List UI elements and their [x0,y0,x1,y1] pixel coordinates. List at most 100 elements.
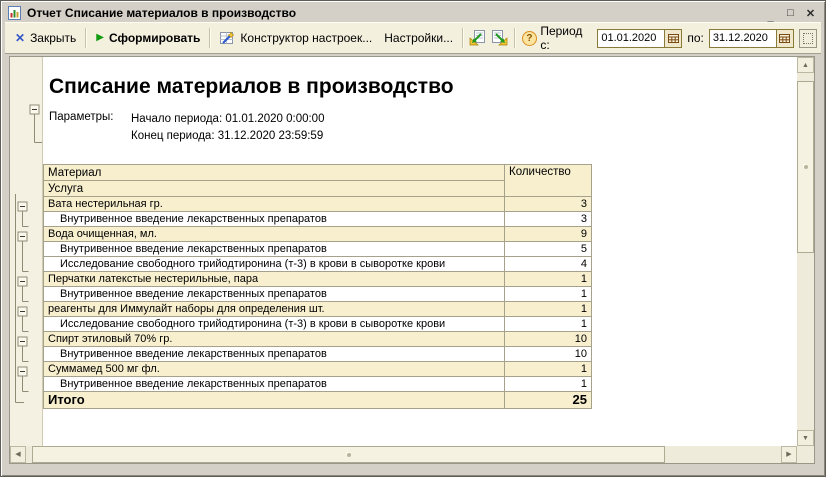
table-row: Вата нестерильная гр.3 [44,197,592,212]
generate-button-label: Сформировать [109,31,200,45]
scroll-left-button[interactable]: ◀ [10,446,26,463]
period-to-input[interactable] [710,30,776,47]
quantity-cell[interactable]: 1 [505,272,592,287]
material-cell[interactable]: Вата нестерильная гр. [44,197,505,212]
total-row[interactable]: Итого 25 [44,392,592,409]
quantity-cell[interactable]: 1 [505,317,592,332]
quantity-cell[interactable]: 4 [505,257,592,272]
report-body: Списание материалов в производство Парам… [43,57,797,446]
save-settings-icon [491,30,508,46]
horizontal-scrollbar[interactable]: ◀ ▶ [10,446,797,463]
quantity-cell[interactable]: 1 [505,302,592,317]
toolbar: ✕ Закрыть ▶ Сформировать Конструктор нас… [5,22,821,54]
collapse-button[interactable] [18,232,27,241]
save-settings-button[interactable] [489,27,511,49]
period-from-label: Период с: [540,24,592,52]
col-header-material[interactable]: Материал [44,165,505,181]
calendar-button-to[interactable] [776,30,793,47]
material-cell[interactable]: реагенты для Иммулайт наборы для определ… [44,302,505,317]
quantity-cell[interactable]: 1 [505,362,592,377]
material-cell[interactable]: Перчатки латекстые нестерильные, пара [44,272,505,287]
collapse-button[interactable] [18,367,27,376]
scroll-up-icon: ▲ [802,62,809,69]
params-label: Параметры: [49,111,131,145]
title-bar: Отчет Списание материалов в производство… [5,4,821,22]
service-cell[interactable]: Внутривенное введение лекарственных преп… [44,377,505,392]
report-table-body: Вата нестерильная гр.3Внутривенное введе… [44,197,592,392]
period-from-field [597,29,682,48]
material-cell[interactable]: Суммамед 500 мг фл. [44,362,505,377]
table-row: Исследование свободного трийодтиронина (… [44,257,592,272]
close-window-button[interactable]: ✕ [802,6,819,21]
report-area: Списание материалов в производство Парам… [9,56,815,464]
table-row: Перчатки латекстые нестерильные, пара1 [44,272,592,287]
settings-constructor-icon [220,31,235,45]
collapse-button[interactable] [18,277,27,286]
quantity-cell[interactable]: 1 [505,377,592,392]
col-header-quantity[interactable]: Количество [505,165,592,197]
vertical-scroll-thumb[interactable] [797,81,814,253]
table-row: Исследование свободного трийодтиронина (… [44,317,592,332]
scroll-right-button[interactable]: ▶ [781,446,797,463]
service-cell[interactable]: Внутривенное введение лекарственных преп… [44,212,505,227]
col-header-service[interactable]: Услуга [44,181,505,197]
table-row: Внутривенное введение лекарственных преп… [44,377,592,392]
table-row: Внутривенное введение лекарственных преп… [44,212,592,227]
quantity-cell[interactable]: 3 [505,197,592,212]
help-button[interactable]: ? [519,27,541,49]
table-row: реагенты для Иммулайт наборы для определ… [44,302,592,317]
material-cell[interactable]: Вода очищенная, мл. [44,227,505,242]
quantity-cell[interactable]: 1 [505,287,592,302]
quantity-cell[interactable]: 10 [505,332,592,347]
quantity-cell[interactable]: 5 [505,242,592,257]
service-cell[interactable]: Внутривенное введение лекарственных преп… [44,242,505,257]
settings-constructor-button[interactable]: Конструктор настроек... [214,26,378,50]
maximize-button[interactable]: □ [782,6,799,21]
collapse-button[interactable] [18,307,27,316]
minimize-button[interactable]: _ [762,6,779,21]
restore-settings-icon [469,30,486,46]
restore-settings-button[interactable] [467,27,489,49]
period-select-icon [803,33,813,44]
period-from-input[interactable] [598,30,664,47]
scroll-down-button[interactable]: ▼ [797,430,814,446]
service-cell[interactable]: Внутривенное введение лекарственных преп… [44,347,505,362]
close-icon: ✕ [15,32,25,44]
scroll-up-button[interactable]: ▲ [797,57,814,73]
collapse-button[interactable] [18,202,27,211]
table-row: Внутривенное введение лекарственных преп… [44,347,592,362]
toolbar-separator [85,28,87,48]
service-cell[interactable]: Внутривенное введение лекарственных преп… [44,287,505,302]
scroll-left-icon: ◀ [15,451,20,458]
close-button-label: Закрыть [30,31,76,45]
period-select-button[interactable] [799,29,817,48]
quantity-cell[interactable]: 10 [505,347,592,362]
report-window-icon [7,6,22,20]
quantity-cell[interactable]: 9 [505,227,592,242]
app-window: Отчет Списание материалов в производство… [0,0,826,477]
settings-button[interactable]: Настройки... [378,26,459,50]
table-row: Вода очищенная, мл.9 [44,227,592,242]
grouping-gutter [10,57,43,446]
material-cell[interactable]: Спирт этиловый 70% гр. [44,332,505,347]
collapse-button[interactable] [18,337,27,346]
toolbar-separator [514,28,516,48]
table-row: Внутривенное введение лекарственных преп… [44,242,592,257]
total-quantity-cell[interactable]: 25 [505,392,592,409]
close-button[interactable]: ✕ Закрыть [9,26,82,50]
horizontal-scroll-thumb[interactable] [32,446,665,463]
table-row: Спирт этиловый 70% гр.10 [44,332,592,347]
service-cell[interactable]: Исследование свободного трийодтиронина (… [44,257,505,272]
service-cell[interactable]: Исследование свободного трийодтиронина (… [44,317,505,332]
report-title: Списание материалов в производство [49,75,454,99]
settings-constructor-label: Конструктор настроек... [240,31,372,45]
period-to-field [709,29,794,48]
play-icon: ▶ [96,33,104,43]
vertical-scrollbar[interactable]: ▲ ▼ [797,57,814,446]
quantity-cell[interactable]: 3 [505,212,592,227]
collapse-button[interactable] [30,105,39,114]
calendar-icon [668,33,679,44]
generate-button[interactable]: ▶ Сформировать [90,26,206,50]
total-label-cell[interactable]: Итого [44,392,505,409]
calendar-button-from[interactable] [664,30,681,47]
